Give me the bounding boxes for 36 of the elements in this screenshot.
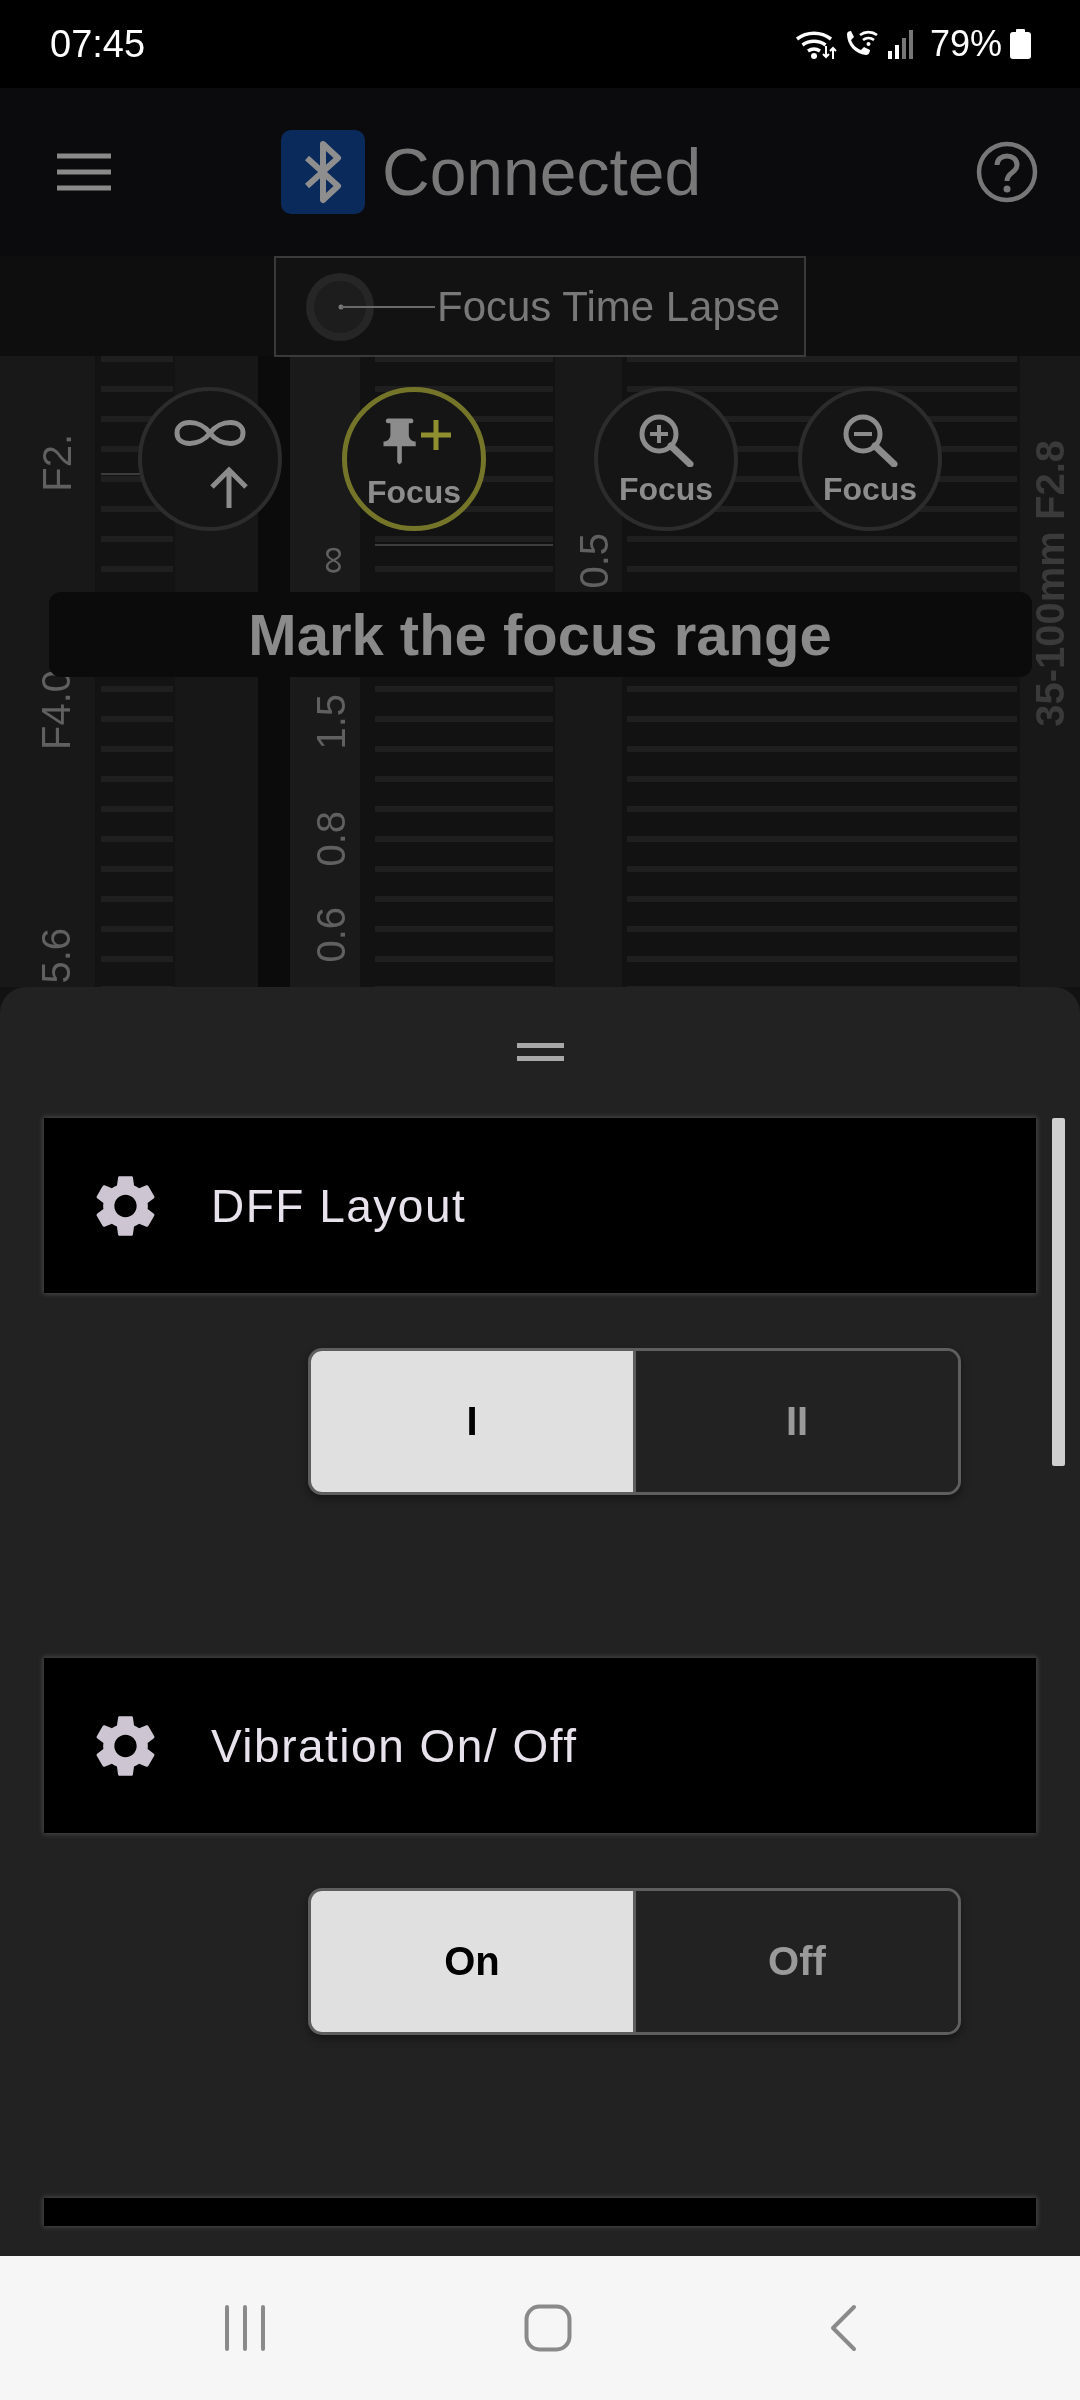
segment-button[interactable]: On [311, 1891, 633, 2032]
gear-icon [96, 1714, 155, 1777]
segment-button[interactable]: I [311, 1351, 633, 1492]
status-time: 07:45 [50, 25, 146, 63]
home-icon[interactable] [523, 2304, 572, 2352]
knob-icon [305, 271, 435, 342]
battery-icon [1010, 29, 1031, 59]
distance-label: 1.5 [311, 694, 351, 750]
segment-button[interactable]: Off [633, 1891, 958, 2032]
zoom-in-focus-button[interactable]: Focus [594, 387, 738, 531]
aperture-label: F2. [37, 434, 77, 492]
distance-label: 0.6 [311, 907, 351, 963]
pin-focus-button[interactable]: Focus [342, 387, 486, 531]
settings-card[interactable]: Vibration On/ Off [44, 1658, 1036, 1833]
distance-label: ∞ [311, 546, 351, 575]
recent-apps-icon[interactable] [223, 2304, 266, 2352]
zoom-out-icon [842, 413, 898, 467]
header-title: Connected [382, 139, 702, 205]
aperture-label: 5.6 [36, 928, 76, 984]
zoom-out-focus-button[interactable]: Focus [798, 387, 942, 531]
back-icon[interactable] [829, 2304, 857, 2352]
setting-title: DFF Layout [211, 1178, 467, 1233]
settings-card[interactable]: DFF Layout [44, 1118, 1036, 1293]
signal-icon [886, 29, 915, 59]
zoom-in-icon [638, 413, 694, 467]
drag-handle-icon[interactable] [516, 1043, 564, 1061]
menu-icon[interactable] [57, 153, 111, 191]
help-icon[interactable] [976, 141, 1038, 203]
distance-label: 0.8 [311, 811, 351, 867]
battery-percent: 79% [929, 26, 1002, 62]
distance-label: 0.5 [574, 533, 614, 589]
mode-selector[interactable]: Focus Time Lapse [274, 256, 806, 357]
setting-title: Vibration On/ Off [211, 1718, 578, 1773]
gear-icon [96, 1174, 155, 1237]
bluetooth-icon [281, 130, 365, 214]
segment-button[interactable]: II [633, 1351, 958, 1492]
